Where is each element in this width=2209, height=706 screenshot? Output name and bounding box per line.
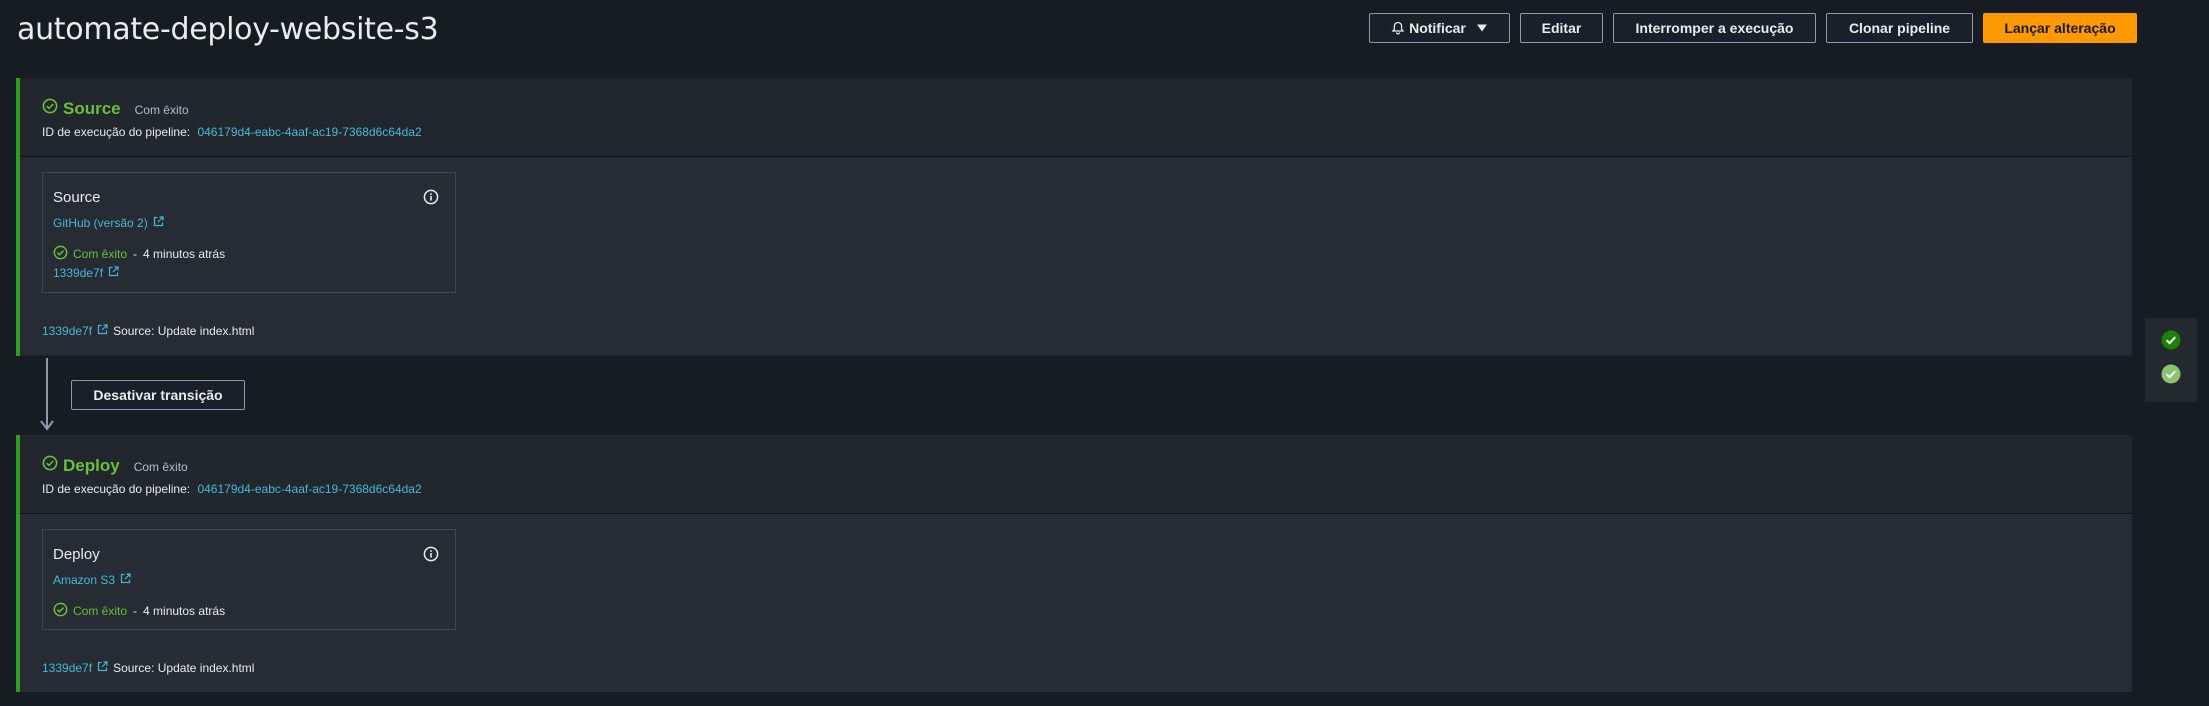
execution-id-link[interactable]: 046179d4-eabc-4aaf-ac19-7368d6c64da2 [197, 482, 421, 496]
action-time: 4 minutos atrás [143, 604, 226, 618]
status-separator: - [133, 247, 138, 261]
disable-transition-label: Desativar transição [93, 387, 223, 403]
external-link-icon [97, 661, 108, 675]
disable-transition-button[interactable]: Desativar transição [71, 380, 245, 410]
stage-body: Deploy Amazon S3 Com êxito - 4 minutos a… [20, 514, 2132, 692]
action-status-text: Com êxito [73, 604, 128, 618]
page-title: automate-deploy-website-s3 [17, 12, 439, 47]
action-title: Source [53, 189, 101, 206]
check-circle-icon [53, 602, 68, 620]
stage-commit: 1339de7f Source: Update index.html [42, 324, 254, 338]
check-circle-icon [42, 98, 58, 119]
release-change-button[interactable]: Lançar alteração [1983, 13, 2137, 43]
stage-commit-link[interactable]: 1339de7f [42, 661, 92, 675]
execution-id-label: ID de execução do pipeline: [42, 482, 191, 496]
notify-label: Notificar [1409, 20, 1466, 36]
execution-id-line: ID de execução do pipeline: 046179d4-eab… [42, 125, 422, 139]
stage-navigator [2145, 318, 2197, 402]
clone-label: Clonar pipeline [1848, 20, 1951, 36]
info-icon[interactable] [423, 189, 439, 210]
stage-commit: 1339de7f Source: Update index.html [42, 661, 254, 675]
stage-name: Deploy [63, 455, 120, 475]
provider-label: GitHub (versão 2) [53, 216, 148, 230]
stage-source: Source Com êxito ID de execução do pipel… [16, 78, 2132, 356]
action-status-text: Com êxito [73, 247, 128, 261]
edit-label: Editar [1541, 20, 1582, 36]
status-separator: - [133, 604, 138, 618]
external-link-icon [153, 216, 164, 230]
stage-header: Source Com êxito ID de execução do pipel… [20, 78, 2132, 157]
stage-commit-link[interactable]: 1339de7f [42, 324, 92, 338]
check-circle-icon[interactable] [2161, 364, 2181, 389]
check-circle-icon [42, 455, 58, 476]
stage-title: Source Com êxito [42, 98, 189, 119]
stage-deploy: Deploy Com êxito ID de execução do pipel… [16, 435, 2132, 692]
execution-id-link[interactable]: 046179d4-eabc-4aaf-ac19-7368d6c64da2 [197, 125, 421, 139]
stage-status: Com êxito [133, 460, 188, 474]
stage-title: Deploy Com êxito [42, 455, 188, 476]
action-commit-link[interactable]: 1339de7f [53, 266, 119, 280]
clone-pipeline-button[interactable]: Clonar pipeline [1826, 13, 1973, 43]
action-title: Deploy [53, 546, 100, 563]
caret-down-icon [1476, 23, 1488, 33]
info-icon[interactable] [423, 546, 439, 567]
stage-commit-message: Source: Update index.html [113, 324, 255, 338]
arrow-down-icon [40, 358, 54, 437]
provider-label: Amazon S3 [53, 573, 116, 587]
action-card-deploy: Deploy Amazon S3 Com êxito - 4 minutos a… [42, 529, 456, 630]
stop-label: Interromper a execução [1635, 20, 1794, 36]
check-circle-icon[interactable] [2161, 330, 2181, 355]
stage-status: Com êxito [134, 103, 189, 117]
provider-link[interactable]: Amazon S3 [53, 573, 131, 587]
external-link-icon [108, 266, 119, 280]
action-time: 4 minutos atrás [143, 247, 226, 261]
execution-id-line: ID de execução do pipeline: 046179d4-eab… [42, 482, 422, 496]
external-link-icon [97, 324, 108, 338]
stage-body: Source GitHub (versão 2) Com êxito - 4 m… [20, 157, 2132, 355]
stage-name: Source [63, 98, 121, 118]
edit-button[interactable]: Editar [1520, 13, 1603, 43]
commit-id: 1339de7f [53, 266, 104, 280]
execution-id-label: ID de execução do pipeline: [42, 125, 191, 139]
release-label: Lançar alteração [2004, 20, 2116, 36]
external-link-icon [120, 573, 131, 587]
stage-header: Deploy Com êxito ID de execução do pipel… [20, 435, 2132, 514]
action-status: Com êxito - 4 minutos atrás [53, 245, 225, 263]
action-status: Com êxito - 4 minutos atrás [53, 602, 225, 620]
bell-icon [1391, 21, 1405, 35]
check-circle-icon [53, 245, 68, 263]
stage-commit-message: Source: Update index.html [113, 661, 255, 675]
action-card-source: Source GitHub (versão 2) Com êxito - 4 m… [42, 172, 456, 293]
provider-link[interactable]: GitHub (versão 2) [53, 216, 164, 230]
stop-execution-button[interactable]: Interromper a execução [1613, 13, 1816, 43]
notify-button[interactable]: Notificar [1369, 13, 1510, 43]
